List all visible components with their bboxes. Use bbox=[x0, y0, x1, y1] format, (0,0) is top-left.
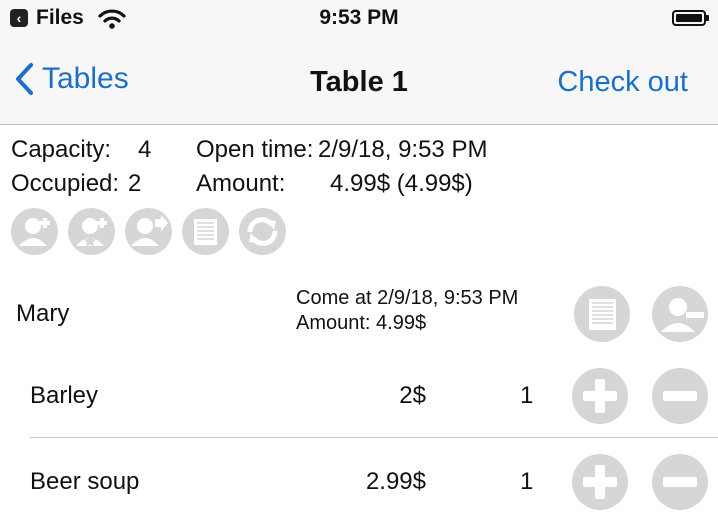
increase-quantity-icon[interactable] bbox=[572, 454, 628, 510]
remove-guest-icon[interactable] bbox=[652, 286, 708, 342]
decrease-quantity-icon[interactable] bbox=[652, 454, 708, 510]
move-guest-icon[interactable] bbox=[125, 208, 172, 255]
check-out-button[interactable]: Check out bbox=[557, 66, 688, 99]
receipt-icon[interactable] bbox=[182, 208, 229, 255]
table-actions bbox=[11, 208, 286, 255]
item-name: Beer soup bbox=[30, 468, 140, 495]
customer-name[interactable]: Mary bbox=[16, 300, 69, 328]
battery-icon bbox=[672, 10, 709, 26]
item-price: 2$ bbox=[399, 382, 426, 409]
item-price: 2.99$ bbox=[365, 468, 426, 495]
add-guest-icon[interactable] bbox=[11, 208, 58, 255]
open-time-value: 2/9/18, 9:53 PM bbox=[318, 136, 488, 163]
occupied-value: 2 bbox=[128, 170, 142, 197]
item-name: Barley bbox=[30, 382, 99, 409]
item-quantity: 1 bbox=[520, 468, 534, 495]
navigation-bar: Tables Table 1 Check out bbox=[0, 40, 718, 125]
status-bar: ‹ Files 9:53 PM bbox=[0, 0, 718, 40]
customer-come-at: Come at 2/9/18, 9:53 PM bbox=[296, 287, 519, 309]
add-vip-guest-icon[interactable] bbox=[68, 208, 115, 255]
increase-quantity-icon[interactable] bbox=[572, 368, 628, 424]
order-item-row[interactable]: Barley 2$ 1 bbox=[0, 352, 718, 438]
occupied-label: Occupied: bbox=[11, 170, 120, 197]
item-quantity: 1 bbox=[520, 382, 534, 409]
customer-amount: Amount: 4.99$ bbox=[296, 312, 427, 334]
amount-label: Amount: bbox=[196, 170, 286, 197]
amount-value: 4.99$ (4.99$) bbox=[330, 170, 473, 197]
customer-receipt-icon[interactable] bbox=[574, 286, 630, 342]
customer-details: Come at 2/9/18, 9:53 PM Amount: 4.99$ bbox=[296, 286, 518, 336]
open-time-label: Open time: bbox=[196, 136, 314, 163]
clock: 9:53 PM bbox=[319, 6, 399, 29]
decrease-quantity-icon[interactable] bbox=[652, 368, 708, 424]
capacity-value: 4 bbox=[138, 136, 152, 163]
order-item-row[interactable]: Beer soup 2.99$ 1 bbox=[0, 438, 718, 524]
capacity-label: Capacity: bbox=[11, 136, 112, 163]
refresh-icon[interactable] bbox=[239, 208, 286, 255]
